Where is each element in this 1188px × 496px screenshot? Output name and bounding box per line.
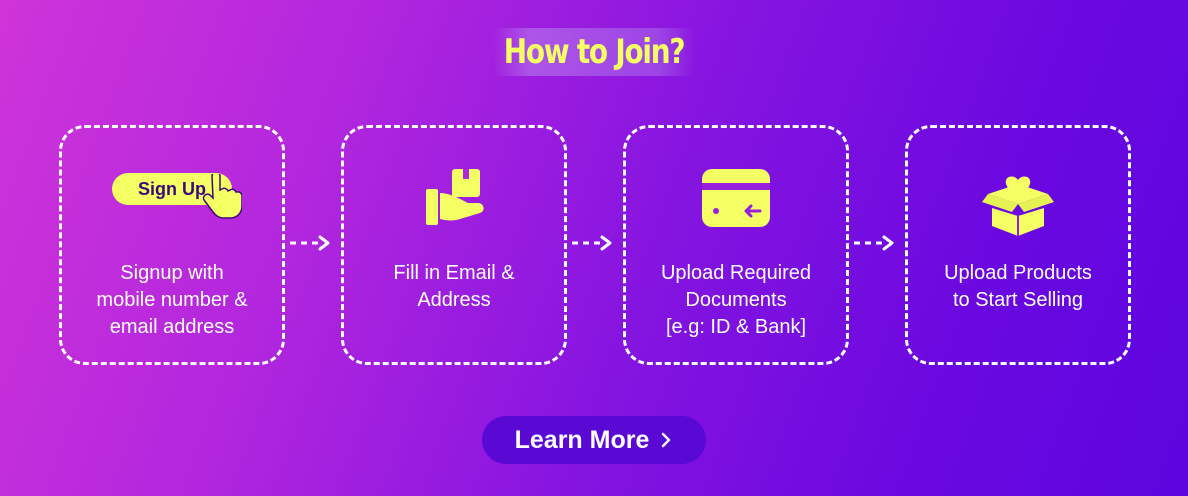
step-icon-area — [908, 158, 1128, 238]
step-label: Fill in Email & Address — [354, 260, 554, 314]
step-label-line: to Start Selling — [952, 289, 1084, 311]
heart-box-icon — [982, 176, 1054, 236]
step-label-line: Signup with — [120, 262, 224, 284]
title-wrapper: How to Join? — [0, 28, 1188, 76]
step-label-line: [e.g: ID & Bank] — [665, 316, 807, 338]
step-label: Signup with mobile number & email addres… — [72, 260, 272, 341]
step-icon-area — [626, 158, 846, 238]
step-label-line: mobile number & — [96, 289, 248, 311]
step-card-details: Fill in Email & Address — [341, 125, 567, 365]
step-card-signup: Sign Up Signup with mobile number & emai… — [59, 125, 285, 365]
learn-more-button[interactable]: Learn More — [482, 416, 706, 464]
step-icon-area: Sign Up — [62, 158, 282, 238]
step-card-documents: Upload Required Documents [e.g: ID & Ban… — [623, 125, 849, 365]
step-label-line: Address — [417, 289, 491, 311]
arrow-connector-icon — [290, 235, 330, 251]
arrow-connector-icon — [572, 235, 612, 251]
step-icon-area — [344, 158, 564, 238]
learn-more-label: Learn More — [514, 425, 650, 454]
step-label-line: email address — [109, 316, 235, 338]
page-title: How to Join? — [492, 28, 696, 76]
step-label-line: Upload Products — [944, 262, 1092, 284]
step-card-products: Upload Products to Start Selling — [905, 125, 1131, 365]
hand-package-icon — [426, 169, 484, 225]
step-label-line: Fill in Email & — [393, 262, 515, 284]
arrow-connector-icon — [854, 235, 894, 251]
step-label-line: Documents — [685, 289, 787, 311]
step-label-line: Upload Required — [660, 262, 812, 284]
pointer-hand-icon — [202, 174, 242, 219]
step-label: Upload Products to Start Selling — [918, 260, 1118, 314]
document-card-icon — [702, 169, 770, 227]
step-label: Upload Required Documents [e.g: ID & Ban… — [636, 260, 836, 341]
chevron-right-icon — [662, 432, 671, 448]
